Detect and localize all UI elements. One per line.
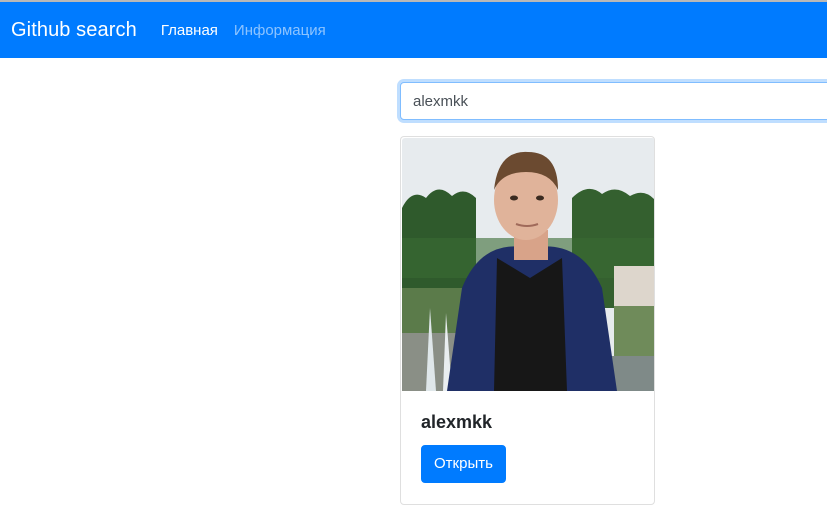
navbar-brand[interactable]: Github search: [11, 19, 137, 42]
user-card: alexmkk Открыть: [400, 136, 655, 505]
username-label: alexmkk: [421, 412, 493, 432]
card-body: alexmkk Открыть: [401, 391, 654, 503]
nav-link-info[interactable]: Информация: [234, 22, 326, 39]
top-navbar: Github search Главная Информация: [0, 0, 827, 58]
open-button[interactable]: Открыть: [421, 445, 506, 483]
search-input[interactable]: [400, 82, 827, 120]
nav-link-home[interactable]: Главная: [161, 22, 218, 39]
user-avatar-image: [402, 138, 654, 391]
